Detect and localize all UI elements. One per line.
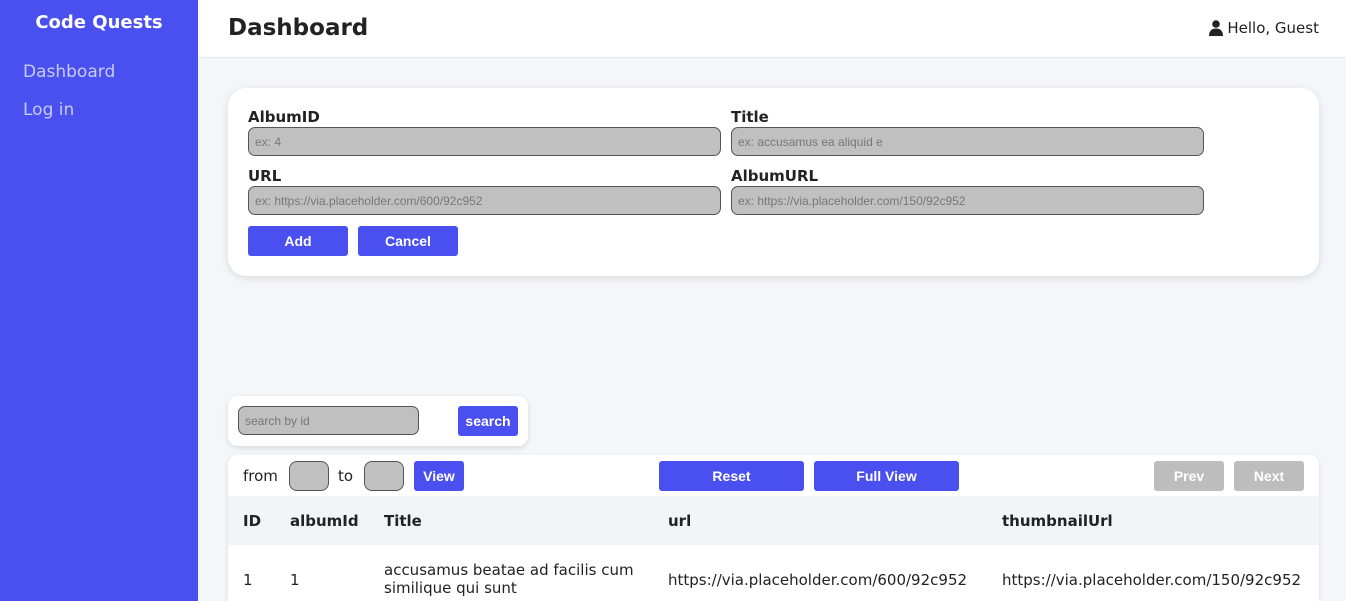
albumid-input[interactable] xyxy=(248,127,721,156)
search-input[interactable] xyxy=(238,406,419,435)
table-header: ID albumId Title url thumbnailUrl xyxy=(228,496,1319,545)
search-bar: search xyxy=(228,396,528,446)
albumurl-label: AlbumURL xyxy=(731,167,819,185)
brand-logo[interactable]: Code Quests xyxy=(0,0,198,40)
cell-url: https://via.placeholder.com/600/92c952 xyxy=(668,571,968,589)
column-header-thumbnailurl: thumbnailUrl xyxy=(1002,512,1113,530)
photos-table: from to View Reset Full View Prev Next I… xyxy=(228,455,1319,601)
column-header-url: url xyxy=(668,512,692,530)
table-row: 1 1 accusamus beatae ad facilis cum simi… xyxy=(228,545,1319,601)
url-input[interactable] xyxy=(248,186,721,215)
add-photo-form: AlbumID Title URL AlbumURL Add Cancel xyxy=(228,88,1319,276)
albumid-label: AlbumID xyxy=(248,108,320,126)
full-view-button[interactable]: Full View xyxy=(814,461,959,491)
greeting-text: Hello, Guest xyxy=(1227,19,1319,37)
next-button[interactable]: Next xyxy=(1234,461,1304,491)
cell-thumbnailurl: https://via.placeholder.com/150/92c952 xyxy=(1002,571,1302,589)
user-icon xyxy=(1209,20,1224,36)
cell-albumid: 1 xyxy=(290,571,300,589)
sidebar-item-login[interactable]: Log in xyxy=(0,100,198,120)
top-bar: Dashboard Hello, Guest xyxy=(198,0,1346,58)
cell-id: 1 xyxy=(243,571,253,589)
column-header-id: ID xyxy=(243,512,262,530)
url-label: URL xyxy=(248,167,282,185)
view-button[interactable]: View xyxy=(414,461,464,491)
cell-title: accusamus beatae ad facilis cum similiqu… xyxy=(384,561,634,597)
to-input[interactable] xyxy=(364,461,404,491)
sidebar: Code Quests Dashboard Log in xyxy=(0,0,198,601)
to-label: to xyxy=(338,467,354,485)
from-label: from xyxy=(243,467,278,485)
albumurl-input[interactable] xyxy=(731,186,1204,215)
page-title: Dashboard xyxy=(228,15,369,41)
column-header-albumid: albumId xyxy=(290,512,359,530)
user-greeting[interactable]: Hello, Guest xyxy=(1209,19,1319,37)
cancel-button[interactable]: Cancel xyxy=(358,226,458,256)
prev-button[interactable]: Prev xyxy=(1154,461,1224,491)
sidebar-item-dashboard[interactable]: Dashboard xyxy=(0,62,198,82)
title-label: Title xyxy=(731,108,769,126)
search-button[interactable]: search xyxy=(458,406,518,436)
column-header-title: Title xyxy=(384,512,422,530)
from-input[interactable] xyxy=(289,461,329,491)
add-button[interactable]: Add xyxy=(248,226,348,256)
reset-button[interactable]: Reset xyxy=(659,461,804,491)
title-input[interactable] xyxy=(731,127,1204,156)
